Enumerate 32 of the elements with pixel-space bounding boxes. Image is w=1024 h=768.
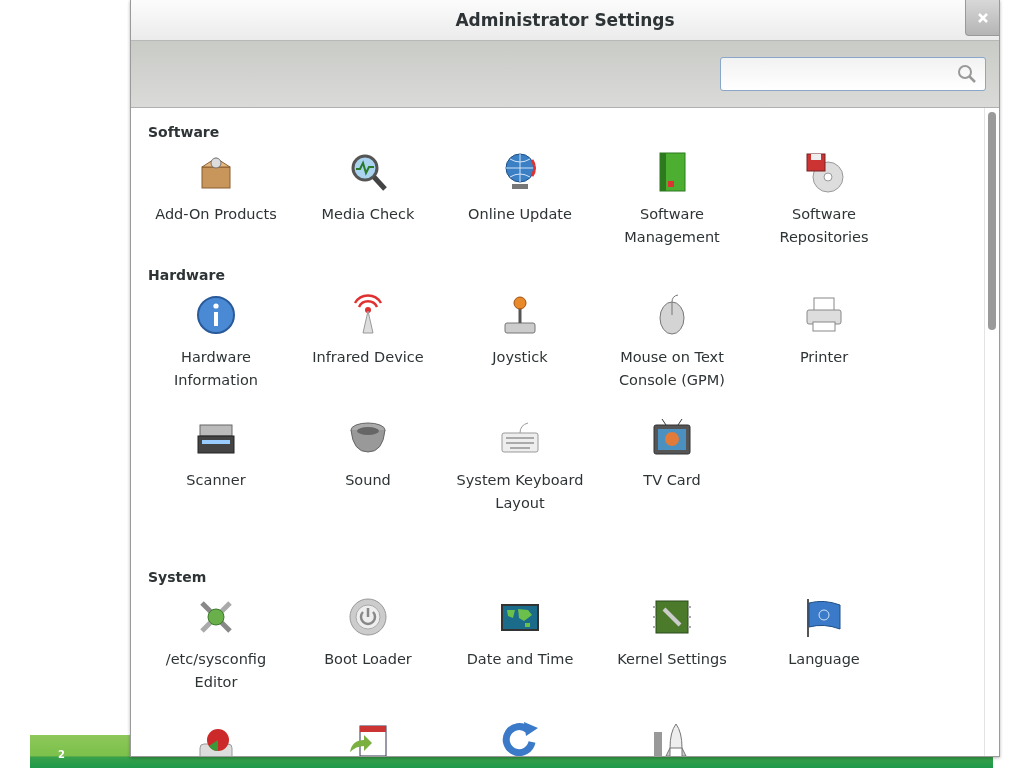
info-icon[interactable]	[194, 293, 238, 337]
module-label[interactable]: Media Check	[303, 203, 433, 226]
module-label[interactable]: Joystick	[455, 346, 585, 369]
close-button[interactable]	[965, 0, 999, 36]
module-label[interactable]: Date and Time	[455, 648, 585, 671]
module-label[interactable]: Scanner	[151, 469, 281, 492]
section-heading: System	[148, 568, 208, 587]
window-title: Administrator Settings	[455, 10, 675, 30]
module-label[interactable]: Sound	[303, 469, 433, 492]
module-label[interactable]: Software Repositories	[759, 203, 889, 249]
module-label[interactable]: Software Management	[607, 203, 737, 249]
search-field[interactable]	[720, 57, 986, 91]
scrollbar-thumb[interactable]	[988, 112, 996, 330]
module-label[interactable]: Add-On Products	[151, 203, 281, 226]
module-label[interactable]: Infrared Device	[303, 346, 433, 369]
power-icon[interactable]	[346, 595, 390, 639]
module-label[interactable]: TV Card	[607, 469, 737, 492]
module-label[interactable]: Boot Loader	[303, 648, 433, 671]
search-icon	[957, 64, 977, 84]
module-label[interactable]: Language	[759, 648, 889, 671]
module-label[interactable]: Online Update	[455, 203, 585, 226]
section-heading: Hardware	[148, 266, 226, 285]
module-label[interactable]: System Keyboard Layout	[455, 469, 585, 515]
module-label[interactable]: /etc/sysconfig Editor	[151, 648, 281, 694]
module-label[interactable]: Kernel Settings	[607, 648, 737, 671]
module-label[interactable]: Printer	[759, 346, 889, 369]
slide-number: 2	[58, 749, 65, 760]
section-heading: Software	[148, 123, 221, 142]
module-label[interactable]: Mouse on Text Console (GPM)	[607, 346, 737, 392]
close-icon	[976, 11, 989, 24]
scrollbar[interactable]	[984, 108, 999, 756]
module-label[interactable]: Hardware Information	[151, 346, 281, 392]
